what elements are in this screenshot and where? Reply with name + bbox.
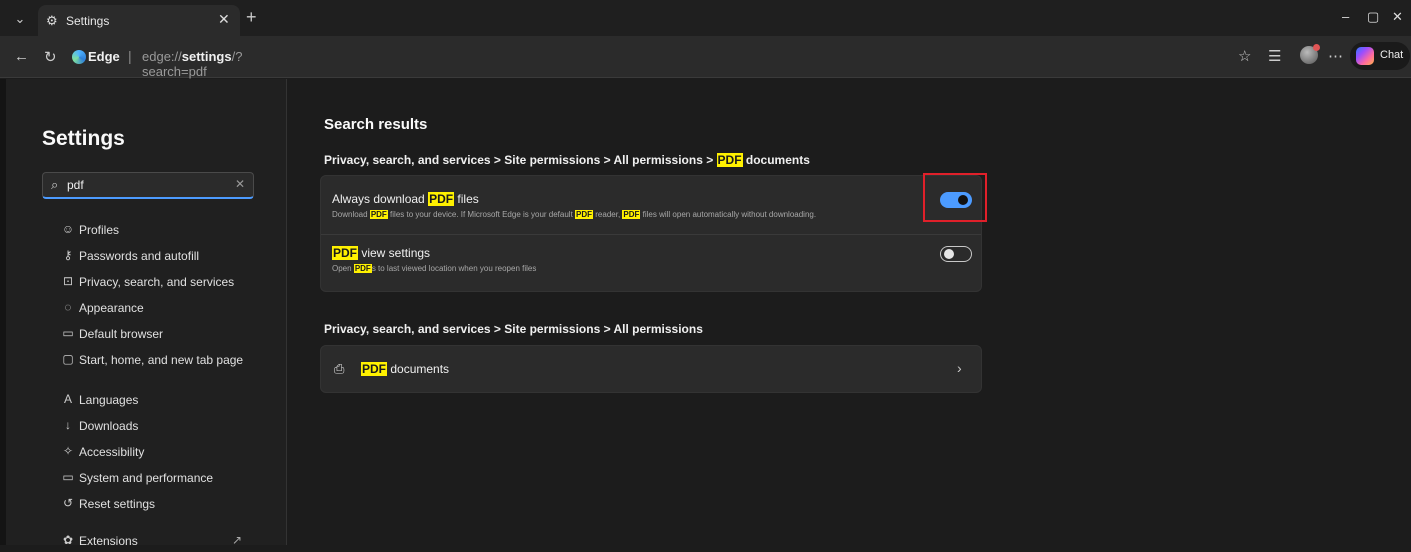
pdf-documents-label: PDF documents: [361, 362, 450, 376]
sidebar-item-passwords[interactable]: ⚷ Passwords and autofill: [60, 247, 270, 267]
maximize-button[interactable]: ▢: [1367, 9, 1379, 25]
sidebar-item-system[interactable]: ▭ System and performance: [60, 469, 270, 489]
key-icon: ⚷: [63, 248, 73, 262]
system-icon: ▭: [62, 470, 74, 484]
window-edge: [0, 79, 6, 545]
tab-title: Settings: [66, 14, 110, 28]
search-results-heading: Search results: [324, 116, 428, 133]
favorites-list-icon[interactable]: ☰: [1268, 47, 1281, 65]
url-text: edge://settings/?search=pdf: [142, 49, 243, 79]
title-bar: ⌄ ⚙ Settings ✕ + – ▢ ✕: [0, 0, 1411, 36]
annotation-highlight-box: [923, 173, 987, 222]
copilot-chat-button[interactable]: Chat: [1350, 42, 1410, 70]
row-desc-pdf-view: Open PDFs to last viewed location when y…: [332, 264, 537, 273]
home-tab-icon: ▢: [62, 352, 74, 366]
sidebar-item-accessibility[interactable]: ✧ Accessibility: [60, 443, 270, 463]
breadcrumb-2: Privacy, search, and services > Site per…: [324, 322, 703, 336]
avatar[interactable]: [1300, 44, 1320, 64]
profile-icon: ☺: [61, 222, 75, 236]
refresh-icon[interactable]: ↻: [44, 48, 57, 66]
clear-search-icon[interactable]: ✕: [235, 177, 245, 191]
sidebar-item-privacy[interactable]: ⊡ Privacy, search, and services: [60, 273, 270, 293]
address-bar: ← ↻ Edge | edge://settings/?search=pdf ☆…: [0, 36, 1411, 79]
sidebar-item-reset[interactable]: ↺ Reset settings: [60, 495, 270, 515]
favorite-star-icon[interactable]: ☆: [1238, 47, 1251, 65]
sidebar-item-default-browser[interactable]: ▭ Default browser: [60, 325, 270, 345]
reset-icon: ↺: [62, 496, 74, 510]
row-title-pdf-view: PDF view settings: [332, 246, 431, 260]
breadcrumb: Privacy, search, and services > Site per…: [324, 153, 810, 167]
search-box[interactable]: ⌕ ✕: [42, 172, 254, 199]
page-title: Settings: [42, 127, 125, 150]
languages-icon: A: [63, 392, 72, 406]
url-pill: Edge | edge://settings/?search=pdf: [66, 42, 306, 79]
settings-sidebar: Settings ⌕ ✕ ☺Profiles ⚷Passwords and au…: [0, 79, 287, 548]
close-window-button[interactable]: ✕: [1392, 9, 1403, 25]
search-icon: ⌕: [51, 177, 59, 192]
browser-icon: ▭: [62, 326, 74, 340]
close-tab-icon[interactable]: ✕: [218, 11, 230, 28]
sidebar-item-extensions[interactable]: ✿ Extensions ↗: [60, 532, 270, 552]
back-arrow-icon[interactable]: ←: [14, 48, 29, 65]
pdf-view-settings-toggle[interactable]: [940, 246, 972, 262]
chat-label: Chat: [1380, 49, 1404, 61]
minimize-button[interactable]: –: [1342, 9, 1349, 24]
url-separator: |: [128, 48, 132, 64]
url-brand: Edge: [88, 49, 120, 64]
sidebar-item-languages[interactable]: A Languages: [60, 391, 270, 411]
url-field[interactable]: Edge | edge://settings/?search=pdf: [66, 42, 1266, 79]
toggle-knob: [944, 249, 954, 259]
search-input[interactable]: [67, 176, 227, 194]
settings-card: Always download PDF files Download PDF f…: [320, 175, 982, 292]
lock-icon: ⊡: [62, 274, 74, 288]
more-icon[interactable]: ⋯: [1328, 47, 1343, 65]
accessibility-icon: ✧: [62, 444, 74, 458]
gear-icon: ⚙: [46, 13, 58, 28]
pdf-document-icon: ⎙: [334, 361, 345, 376]
tab-actions-chevron-icon[interactable]: ⌄: [10, 9, 30, 29]
edge-logo-icon: [72, 50, 86, 64]
chevron-right-icon: ›: [957, 360, 962, 376]
sidebar-item-profiles[interactable]: ☺ Profiles: [60, 221, 270, 241]
tab-settings[interactable]: ⚙ Settings ✕: [38, 5, 240, 36]
pdf-documents-link[interactable]: ⎙ PDF documents ›: [320, 345, 982, 393]
sidebar-item-downloads[interactable]: ↓ Downloads: [60, 417, 270, 437]
divider: [321, 234, 981, 235]
appearance-icon: ◌: [64, 300, 72, 314]
sidebar-item-appearance[interactable]: ◌ Appearance: [60, 299, 270, 319]
new-tab-button[interactable]: +: [246, 7, 257, 28]
sidebar-item-start-home[interactable]: ▢ Start, home, and new tab page: [60, 351, 270, 371]
download-icon: ↓: [65, 418, 71, 432]
row-desc-always-download: Download PDF files to your device. If Mi…: [332, 210, 817, 219]
row-title-always-download: Always download PDF files: [332, 192, 479, 206]
copilot-icon: [1356, 47, 1374, 65]
main-content: Search results Privacy, search, and serv…: [288, 79, 1411, 545]
